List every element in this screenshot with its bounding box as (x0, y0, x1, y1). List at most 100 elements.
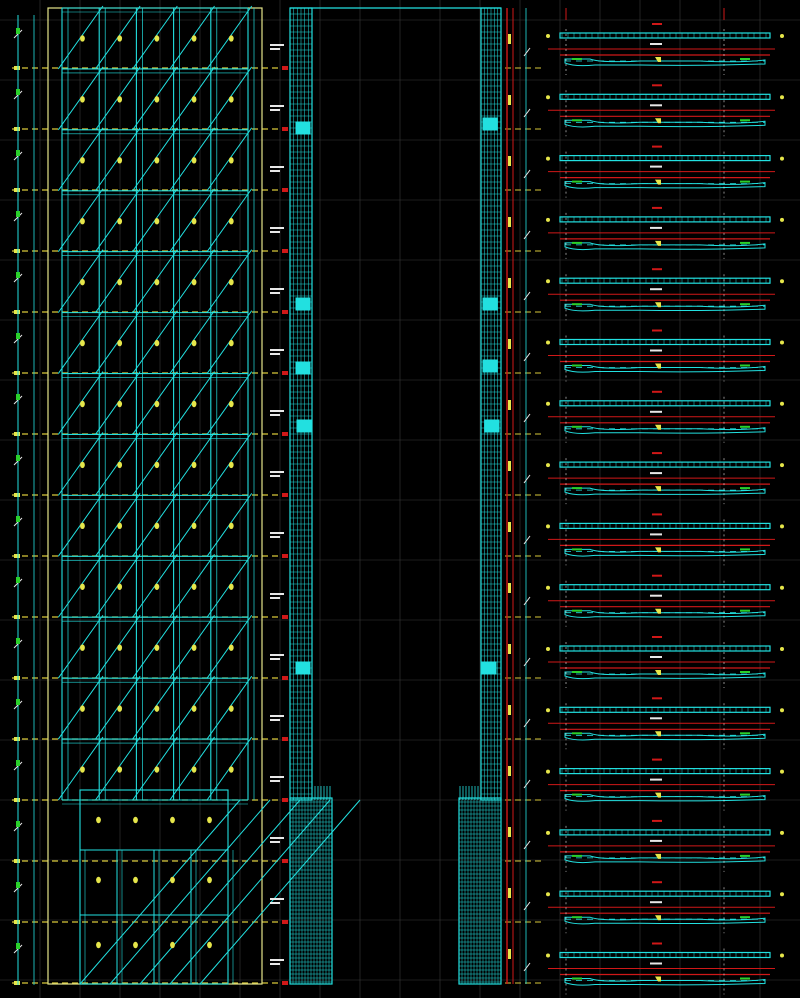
section-marker-icon (191, 583, 197, 590)
glass-panel-diagonal (139, 799, 301, 985)
plan-top-bar (559, 400, 771, 407)
mullion-profile (564, 548, 766, 557)
level-tag-icon (14, 737, 20, 741)
section-marker-icon (546, 279, 550, 284)
plan-label (572, 241, 582, 244)
level-tag-icon (508, 705, 511, 715)
section-marker-icon (117, 157, 123, 164)
mullion-profile (564, 119, 766, 128)
plan-label (740, 609, 750, 612)
label-tick (270, 288, 284, 290)
plan-label (740, 732, 750, 735)
section-marker-icon (154, 157, 160, 164)
level-tag-icon (14, 66, 20, 70)
plan-label (740, 854, 750, 857)
mullion-profile (564, 365, 766, 373)
section-marker-icon (154, 766, 160, 773)
dimension-tick-icon (523, 352, 531, 362)
section-marker-icon (780, 34, 784, 38)
plan-label (572, 487, 582, 490)
section-marker-icon (191, 157, 197, 164)
section-marker-icon (80, 339, 85, 347)
plan-label (572, 609, 582, 612)
section-marker-icon (154, 461, 160, 469)
plan-label (650, 165, 662, 168)
plan-label (652, 942, 662, 945)
plan-label (652, 206, 662, 209)
section-marker-icon (191, 278, 197, 286)
plan-label (572, 732, 582, 735)
plan-label (740, 58, 750, 60)
plan-label (572, 916, 582, 919)
plan-label (650, 349, 662, 352)
mullion-profile (564, 916, 766, 925)
level-tag-icon (282, 249, 288, 253)
plan-label (740, 793, 750, 796)
level-tag-icon (508, 339, 511, 349)
section-marker-icon (80, 522, 85, 530)
section-marker-icon (191, 400, 197, 408)
plan-top-bar (559, 93, 771, 100)
label-tick (270, 776, 284, 778)
level-tag-icon (508, 949, 511, 959)
section-marker-icon (117, 35, 123, 42)
glass-panel-diagonal (109, 799, 271, 985)
label-tick (270, 48, 280, 50)
label-tick (270, 902, 280, 904)
dimension-tick-icon (523, 108, 531, 118)
section-marker-icon (780, 585, 784, 590)
mullion-profile (564, 426, 766, 434)
level-tag-icon (508, 827, 511, 837)
dimension-tick-icon (523, 718, 531, 728)
section-marker-icon (546, 830, 550, 835)
plan-label (652, 881, 662, 884)
level-tag-icon (508, 400, 511, 410)
plan-label (572, 671, 582, 673)
dimension-tick-icon (16, 28, 20, 34)
level-tag-icon (282, 615, 288, 619)
connection-node (481, 661, 497, 675)
section-marker-icon (117, 766, 123, 773)
section-marker-icon (780, 524, 784, 529)
section-marker-icon (191, 461, 197, 469)
dimension-tick-icon (523, 413, 531, 423)
section-marker-icon (228, 157, 234, 164)
section-marker-icon (170, 941, 175, 949)
label-tick (270, 44, 284, 46)
plan-label (740, 241, 750, 244)
section-marker-icon (117, 278, 123, 286)
section-marker-icon (207, 816, 212, 824)
plan-label (740, 671, 750, 673)
label-tick (270, 231, 280, 233)
section-marker-icon (154, 705, 160, 712)
plan-label (650, 226, 662, 229)
level-tag-icon (14, 432, 20, 436)
connection-node (482, 117, 498, 131)
dimension-tick-icon (16, 943, 20, 949)
plan-label (650, 472, 662, 475)
level-tag-icon (282, 981, 288, 985)
plan-label (740, 548, 750, 551)
section-marker-icon (133, 816, 138, 824)
label-tick (270, 536, 280, 538)
level-tag-icon (282, 920, 288, 924)
dimension-tick-icon (16, 760, 20, 766)
cad-drawing (0, 0, 800, 998)
plan-label (572, 548, 582, 551)
label-tick (270, 170, 280, 172)
section-marker-icon (780, 217, 784, 222)
section-marker-icon (170, 876, 175, 884)
section-marker-icon (191, 35, 197, 42)
section-marker-icon (228, 218, 234, 225)
plan-label (572, 793, 582, 796)
dimension-tick-icon (16, 516, 20, 522)
plan-top-bar (559, 277, 771, 284)
plan-top-bar (559, 216, 771, 223)
plan-label (650, 656, 662, 658)
section-marker-icon (546, 340, 550, 345)
section-marker-icon (546, 463, 550, 468)
plan-label (572, 854, 582, 857)
horizontal-section-details (546, 8, 784, 995)
mullion-profile (564, 487, 766, 496)
mullion-profile (564, 978, 766, 986)
